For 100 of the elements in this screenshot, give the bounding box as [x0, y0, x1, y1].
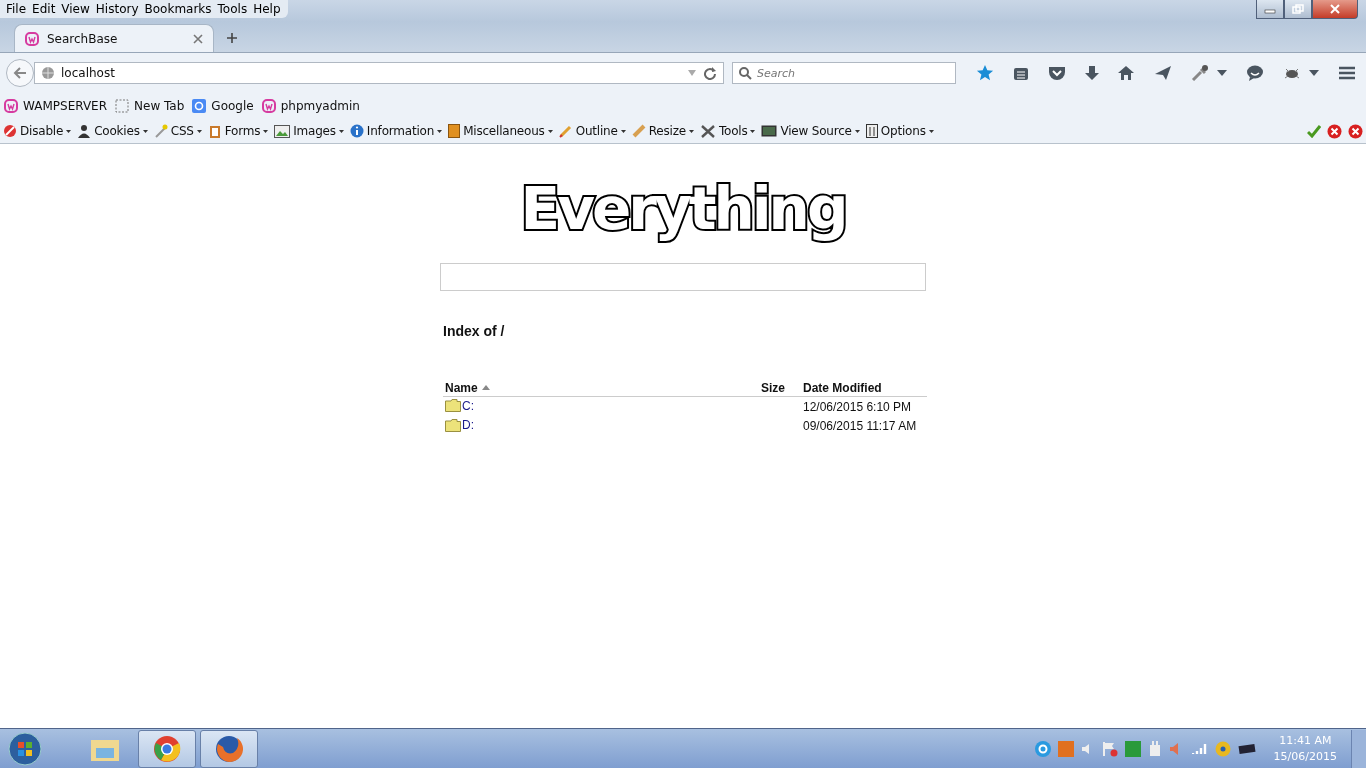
page-heading: Index of /	[443, 322, 506, 339]
pencil-icon	[558, 124, 573, 138]
new-tab-icon[interactable]	[226, 32, 238, 44]
no-entry-icon	[3, 124, 17, 138]
bug-icon[interactable]	[1282, 66, 1301, 80]
flag-icon[interactable]	[1101, 740, 1118, 757]
bookmark-link[interactable]: phpmyadmin	[280, 99, 360, 113]
toolbar-menu[interactable]: Options	[865, 124, 934, 138]
toolbar-menu[interactable]: Miscellaneous	[448, 124, 553, 138]
address-bar[interactable]: localhost	[34, 62, 724, 84]
blank-page-icon	[115, 99, 130, 113]
caret-icon	[196, 129, 202, 133]
column-header[interactable]: Size	[761, 380, 785, 395]
caret-icon	[263, 129, 269, 133]
folder-link[interactable]: D:	[462, 418, 474, 433]
caret-icon	[928, 129, 934, 133]
back-arrow-icon	[12, 66, 28, 80]
pocket-icon[interactable]	[1048, 65, 1067, 81]
toolbar-menu[interactable]: Images	[274, 124, 344, 138]
reload-icon[interactable]	[703, 66, 717, 80]
menu-icon[interactable]	[1338, 65, 1356, 81]
search-icon	[738, 66, 752, 80]
w-logo-icon	[261, 99, 276, 113]
bookmark-link[interactable]: New Tab	[134, 99, 185, 113]
bookmark-link[interactable]: WAMPSERVER	[23, 99, 108, 113]
folder-icon	[445, 418, 461, 432]
folder-icon	[445, 399, 461, 413]
caret-icon	[437, 129, 443, 133]
menu-item[interactable]: Tools	[214, 2, 251, 16]
paper-plane-icon[interactable]	[1153, 65, 1172, 81]
error-icon[interactable]	[1348, 123, 1363, 139]
download-icon[interactable]	[1085, 65, 1100, 81]
browser-tab[interactable]: SearchBase	[14, 24, 214, 52]
toolbar-menu[interactable]: Information	[349, 124, 443, 138]
menu-item[interactable]: Help	[250, 2, 284, 16]
folder-link[interactable]: C:	[462, 398, 474, 413]
caret-icon[interactable]	[1308, 70, 1319, 76]
ruler-icon	[631, 124, 646, 138]
toolbar-menu[interactable]: View Source	[761, 124, 860, 138]
toolbar-menu[interactable]: Forms	[207, 124, 269, 138]
toolbar-menu[interactable]: CSS	[153, 124, 202, 138]
chat-bubble-icon[interactable]	[1245, 65, 1264, 81]
error-icon[interactable]	[1327, 123, 1342, 139]
caret-icon	[854, 129, 860, 133]
network-card-icon[interactable]	[1237, 742, 1256, 755]
g-logo-icon	[192, 99, 207, 113]
menu-item[interactable]: Edit	[29, 2, 59, 16]
minimize-button[interactable]	[1256, 0, 1284, 19]
list-icon[interactable]	[1013, 65, 1030, 81]
checkmark-icon[interactable]	[1307, 124, 1321, 138]
terminal-icon	[761, 125, 778, 137]
table-cell: 09/06/2015 11:17 AM	[803, 419, 917, 434]
caret-icon	[338, 129, 344, 133]
menu-item[interactable]: View	[58, 2, 93, 16]
logo-text: Everything	[519, 174, 847, 245]
column-header[interactable]: Name	[445, 380, 490, 395]
close-icon	[1329, 4, 1341, 14]
info-icon	[349, 124, 364, 138]
eyedropper-icon[interactable]	[1190, 65, 1209, 81]
close-button[interactable]	[1312, 0, 1358, 19]
bookmark-link[interactable]: Google	[211, 99, 254, 113]
search-input[interactable]	[440, 262, 926, 291]
w-logo-icon	[4, 99, 18, 113]
browser-icon[interactable]	[138, 729, 196, 768]
clock-date: 15/06/2015	[1273, 748, 1337, 764]
disc-icon[interactable]	[1214, 740, 1231, 757]
column-header[interactable]: Date Modified	[803, 380, 882, 395]
start-button[interactable]	[8, 731, 42, 766]
caret-icon	[750, 129, 756, 133]
wand-icon	[153, 124, 168, 138]
menu-item[interactable]: History	[92, 2, 142, 16]
table-cell: 12/06/2015 6:10 PM	[803, 399, 912, 414]
caret-icon	[142, 129, 148, 133]
restore-icon	[1292, 4, 1304, 14]
globe-icon	[41, 66, 55, 80]
caret-icon	[620, 129, 626, 133]
options-icon	[865, 124, 878, 138]
home-icon[interactable]	[1118, 65, 1135, 81]
picture-icon	[274, 124, 291, 138]
toolbar-menu[interactable]: Tools	[699, 124, 756, 138]
toolbar-menu[interactable]: Cookies	[77, 124, 148, 138]
e-icon[interactable]	[1034, 740, 1051, 757]
person-icon	[77, 124, 92, 138]
menu-item[interactable]: File	[3, 2, 30, 16]
toolbar-menu[interactable]: Disable	[3, 124, 72, 138]
caret-icon[interactable]	[1216, 70, 1227, 76]
restore-button[interactable]	[1284, 0, 1312, 19]
back-button[interactable]	[6, 59, 34, 87]
w-logo-icon	[25, 31, 39, 46]
clock-time: 11:41 AM	[1279, 733, 1332, 749]
toolbar-menu[interactable]: Resize	[631, 124, 694, 138]
caret-icon	[547, 129, 553, 133]
toolbar-menu[interactable]: Outline	[558, 124, 626, 138]
tab-title: SearchBase	[47, 31, 119, 46]
star-icon[interactable]	[976, 64, 994, 82]
caret-icon	[688, 129, 694, 133]
caret-icon	[66, 129, 72, 133]
close-icon[interactable]	[193, 33, 203, 44]
search-field[interactable]: Search	[732, 62, 956, 84]
menu-item[interactable]: Bookmarks	[141, 2, 215, 16]
